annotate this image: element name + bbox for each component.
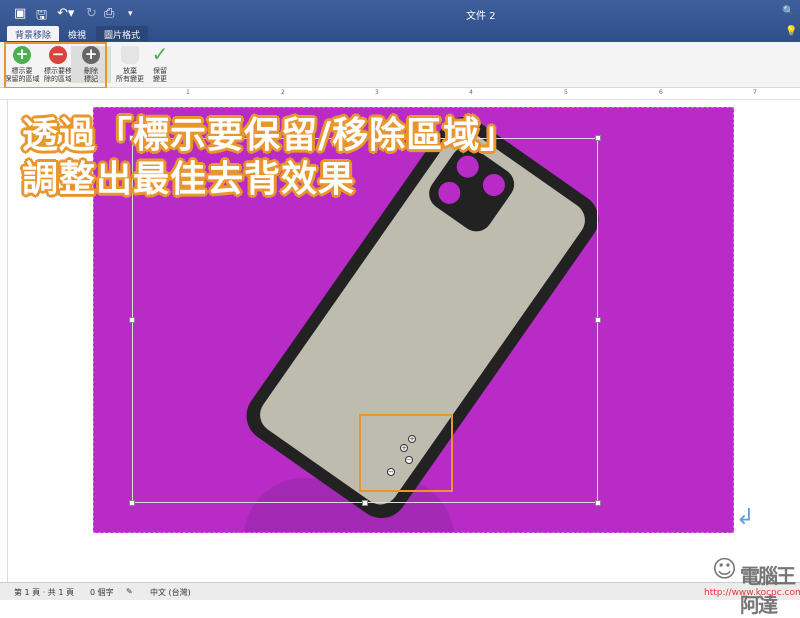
title-bar: ▣ 🖫 ↶▾ ↻ ⎙ ▾ 文件 2 🔍 💡 背景移除 檢視 圖片格式 (0, 0, 800, 42)
word-count[interactable]: 0 個字 (90, 587, 114, 598)
ruler-tick: 1 (186, 89, 190, 96)
ruler-tick: 5 (564, 89, 568, 96)
checkmark-icon: ✓ (151, 42, 169, 66)
tab-picture-format[interactable]: 圖片格式 (96, 26, 149, 41)
proofing-icon[interactable]: ✎ (126, 587, 133, 596)
save-icon[interactable]: 🖫 (36, 6, 47, 28)
document-title: 文件 2 (466, 11, 496, 22)
overlay-caption: 調整出最佳去背效果 (22, 159, 356, 200)
vertical-ruler (0, 100, 8, 582)
ruler-tick: 6 (659, 89, 663, 96)
button-label: 保留 (153, 67, 167, 75)
language[interactable]: 中文 (台灣) (150, 587, 191, 598)
tab-background-removal[interactable]: 背景移除 (7, 26, 60, 41)
watermark-logo: ☺ (712, 555, 738, 583)
sidebar-toggle-icon[interactable]: ▣ (14, 6, 26, 21)
ruler-tick: 3 (375, 89, 379, 96)
highlight-box (359, 414, 453, 492)
tab-view[interactable]: 檢視 (60, 26, 94, 41)
resize-handle[interactable] (595, 317, 601, 323)
resize-handle[interactable] (362, 500, 368, 506)
trash-icon (121, 46, 139, 64)
search-icon[interactable]: 🔍 (782, 6, 794, 17)
print-icon[interactable]: ⎙ (104, 6, 114, 21)
customize-toolbar-icon[interactable]: ▾ (128, 9, 133, 19)
resize-handle[interactable] (595, 135, 601, 141)
lightbulb-icon[interactable]: 💡 (785, 26, 797, 37)
ruler-tick: 7 (753, 89, 757, 96)
resize-handle[interactable] (595, 500, 601, 506)
horizontal-ruler: 1 2 3 4 5 6 7 (0, 88, 800, 100)
button-label: 變更 (153, 75, 167, 83)
ribbon: + 標示要 保留的區域 − 標示要移 除的區域 + 刪除 標記 放棄 所有變更 … (0, 42, 800, 88)
highlight-box (4, 42, 107, 89)
ruler-tick: 2 (281, 89, 285, 96)
ruler-tick: 4 (469, 89, 473, 96)
watermark-url: http://www.kocpc.com.tw (704, 588, 800, 598)
resize-handle[interactable] (129, 317, 135, 323)
undo-icon[interactable]: ↶▾ (57, 6, 74, 21)
status-bar: 第 1 頁 · 共 1 頁 0 個字 ✎ 中文 (台灣) (0, 582, 800, 600)
keep-changes-button[interactable]: ✓ 保留 變更 (140, 42, 180, 83)
paragraph-mark-icon: ↲ (736, 505, 755, 530)
page-count[interactable]: 第 1 頁 · 共 1 頁 (14, 587, 74, 598)
resize-handle[interactable] (129, 500, 135, 506)
redo-icon[interactable]: ↻ (86, 6, 97, 21)
